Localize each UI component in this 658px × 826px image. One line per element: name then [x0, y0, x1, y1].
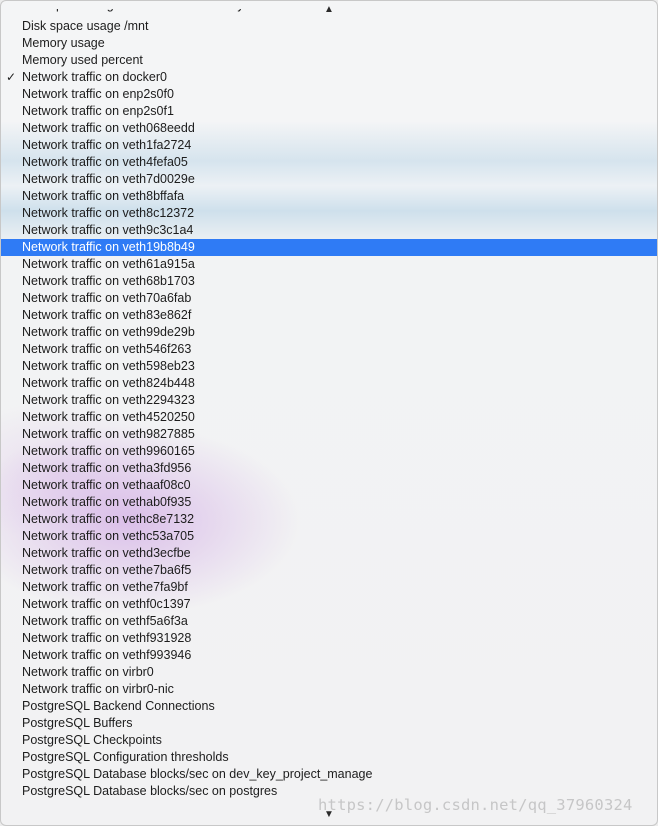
menu-item-label: Network traffic on veth068eedd — [22, 121, 195, 135]
menu-item-label: Network traffic on vethab0f935 — [22, 495, 192, 509]
menu-item-label: Network traffic on vetha3fd956 — [22, 461, 192, 475]
menu-item[interactable]: PostgreSQL Checkpoints — [1, 732, 657, 749]
menu-item-label: Network traffic on vethaaf08c0 — [22, 478, 191, 492]
menu-item-label: Network traffic on virbr0-nic — [22, 682, 174, 696]
menu-item[interactable]: PostgreSQL Configuration thresholds — [1, 749, 657, 766]
menu-item[interactable]: Network traffic on veth8c12372 — [1, 205, 657, 222]
menu-item-label: Network traffic on veth546f263 — [22, 342, 192, 356]
menu-item[interactable]: Network traffic on veth598eb23 — [1, 358, 657, 375]
menu-item[interactable]: Disk space usage /mnt — [1, 18, 657, 35]
menu-item[interactable]: Network traffic on veth2294323 — [1, 392, 657, 409]
menu-item-label: Network traffic on veth824b448 — [22, 376, 195, 390]
menu-item-label: PostgreSQL Configuration thresholds — [22, 750, 229, 764]
menu-item-label: Network traffic on veth1fa2724 — [22, 138, 192, 152]
menu-item-label: PostgreSQL Database blocks/sec on postgr… — [22, 784, 278, 798]
menu-item[interactable]: Network traffic on enp2s0f0 — [1, 86, 657, 103]
menu-item[interactable]: Network traffic on vethf5a6f3a — [1, 613, 657, 630]
menu-item[interactable]: Network traffic on vethf931928 — [1, 630, 657, 647]
menu-item-label: Network traffic on veth83e862f — [22, 308, 192, 322]
menu-item[interactable]: Network traffic on vetha3fd956 — [1, 460, 657, 477]
menu-item-label: Network traffic on enp2s0f0 — [22, 87, 174, 101]
menu-item[interactable]: Network traffic on veth68b1703 — [1, 273, 657, 290]
menu-item[interactable]: Network traffic on veth4fefa05 — [1, 154, 657, 171]
scroll-up-arrow-icon[interactable]: ▲ — [1, 3, 657, 17]
menu-item-label: Network traffic on virbr0 — [22, 665, 154, 679]
menu-item[interactable]: Network traffic on veth19b8b49 — [1, 239, 657, 256]
menu-item-label: Network traffic on vethf0c1397 — [22, 597, 191, 611]
menu-item[interactable]: Network traffic on veth99de29b — [1, 324, 657, 341]
menu-item-label: Network traffic on veth2294323 — [22, 393, 195, 407]
menu-item-label: Network traffic on veth99de29b — [22, 325, 195, 339]
menu-item[interactable]: Network traffic on vethf993946 — [1, 647, 657, 664]
menu-item[interactable]: Network traffic on veth8bffafa — [1, 188, 657, 205]
menu-item[interactable]: Network traffic on virbr0 — [1, 664, 657, 681]
menu-item[interactable]: Network traffic on veth1fa2724 — [1, 137, 657, 154]
menu-item[interactable]: Network traffic on veth546f263 — [1, 341, 657, 358]
menu-item[interactable]: Network traffic on veth83e862f — [1, 307, 657, 324]
menu-item[interactable]: Network traffic on vethc8e7132 — [1, 511, 657, 528]
menu-item-label: Disk space usage /mnt — [22, 19, 149, 33]
menu-item[interactable]: Network traffic on veth824b448 — [1, 375, 657, 392]
menu-item-label: Network traffic on enp2s0f1 — [22, 104, 174, 118]
menu-item[interactable]: Memory usage — [1, 35, 657, 52]
menu-item[interactable]: PostgreSQL Buffers — [1, 715, 657, 732]
menu-item[interactable]: Network traffic on veth7d0029e — [1, 171, 657, 188]
menu-item-label: Network traffic on vethc53a705 — [22, 529, 195, 543]
menu-item-label: Network traffic on veth4fefa05 — [22, 155, 188, 169]
menu-item[interactable]: Network traffic on vethaaf08c0 — [1, 477, 657, 494]
menu-item[interactable]: Network traffic on vethd3ecfbe — [1, 545, 657, 562]
menu-item[interactable]: Network traffic on veth61a915a — [1, 256, 657, 273]
menu-item[interactable]: ✓ Network traffic on docker0 — [1, 69, 657, 86]
menu-item-label: Network traffic on vethd3ecfbe — [22, 546, 191, 560]
menu-item[interactable]: Network traffic on veth4520250 — [1, 409, 657, 426]
menu-item-label: PostgreSQL Backend Connections — [22, 699, 215, 713]
scroll-down-arrow-icon[interactable]: ▼ — [1, 808, 657, 822]
menu-item[interactable]: Network traffic on enp2s0f1 — [1, 103, 657, 120]
menu-item-label: Network traffic on vethe7fa9bf — [22, 580, 188, 594]
menu-item[interactable]: PostgreSQL Backend Connections — [1, 698, 657, 715]
menu-item[interactable]: Network traffic on veth70a6fab — [1, 290, 657, 307]
menu-item[interactable]: Network traffic on veth068eedd — [1, 120, 657, 137]
menu-item-label: Network traffic on veth7d0029e — [22, 172, 195, 186]
menu-item-label: Network traffic on veth9960165 — [22, 444, 195, 458]
menu-item-label: Network traffic on veth9c3c1a4 — [22, 223, 194, 237]
menu-item-label: Network traffic on veth598eb23 — [22, 359, 195, 373]
menu-item-label: Network traffic on veth61a915a — [22, 257, 195, 271]
menu-item-label: Network traffic on veth4520250 — [22, 410, 195, 424]
menu-item-label: Network traffic on veth9827885 — [22, 427, 195, 441]
menu-item-label: Network traffic on veth8c12372 — [22, 206, 195, 220]
dropdown-menu: ▲ Disk space usage /home/docker/overlay2… — [0, 0, 658, 826]
menu-item-label: Network traffic on vethf5a6f3a — [22, 614, 188, 628]
menu-item-list: Disk space usage /home/docker/overlay2Di… — [1, 9, 657, 800]
menu-item[interactable]: Network traffic on veth9827885 — [1, 426, 657, 443]
menu-item-label: Network traffic on vethc8e7132 — [22, 512, 195, 526]
menu-item[interactable]: Network traffic on veth9960165 — [1, 443, 657, 460]
menu-item-label: Network traffic on veth19b8b49 — [22, 240, 195, 254]
menu-item-label: Network traffic on docker0 — [22, 70, 167, 84]
menu-item[interactable]: Network traffic on vethe7ba6f5 — [1, 562, 657, 579]
menu-item-label: Network traffic on veth70a6fab — [22, 291, 192, 305]
menu-item[interactable]: Network traffic on virbr0-nic — [1, 681, 657, 698]
menu-item[interactable]: Network traffic on veth9c3c1a4 — [1, 222, 657, 239]
menu-item-label: PostgreSQL Database blocks/sec on dev_ke… — [22, 767, 373, 781]
menu-item-label: Network traffic on vethf993946 — [22, 648, 192, 662]
menu-item[interactable]: PostgreSQL Database blocks/sec on dev_ke… — [1, 766, 657, 783]
menu-item[interactable]: PostgreSQL Database blocks/sec on postgr… — [1, 783, 657, 800]
menu-item-label: PostgreSQL Buffers — [22, 716, 133, 730]
menu-item-label: Memory usage — [22, 36, 105, 50]
menu-item-label: PostgreSQL Checkpoints — [22, 733, 162, 747]
menu-item-label: Network traffic on veth68b1703 — [22, 274, 195, 288]
menu-item[interactable]: Network traffic on vethab0f935 — [1, 494, 657, 511]
menu-item-label: Memory used percent — [22, 53, 143, 67]
menu-item[interactable]: Network traffic on vethc53a705 — [1, 528, 657, 545]
checkmark-icon: ✓ — [6, 70, 17, 84]
menu-item[interactable]: Network traffic on vethf0c1397 — [1, 596, 657, 613]
menu-item-label: Network traffic on veth8bffafa — [22, 189, 185, 203]
menu-item-label: Network traffic on vethf931928 — [22, 631, 192, 645]
menu-item-label: Network traffic on vethe7ba6f5 — [22, 563, 192, 577]
menu-item[interactable]: Network traffic on vethe7fa9bf — [1, 579, 657, 596]
menu-item[interactable]: Memory used percent — [1, 52, 657, 69]
